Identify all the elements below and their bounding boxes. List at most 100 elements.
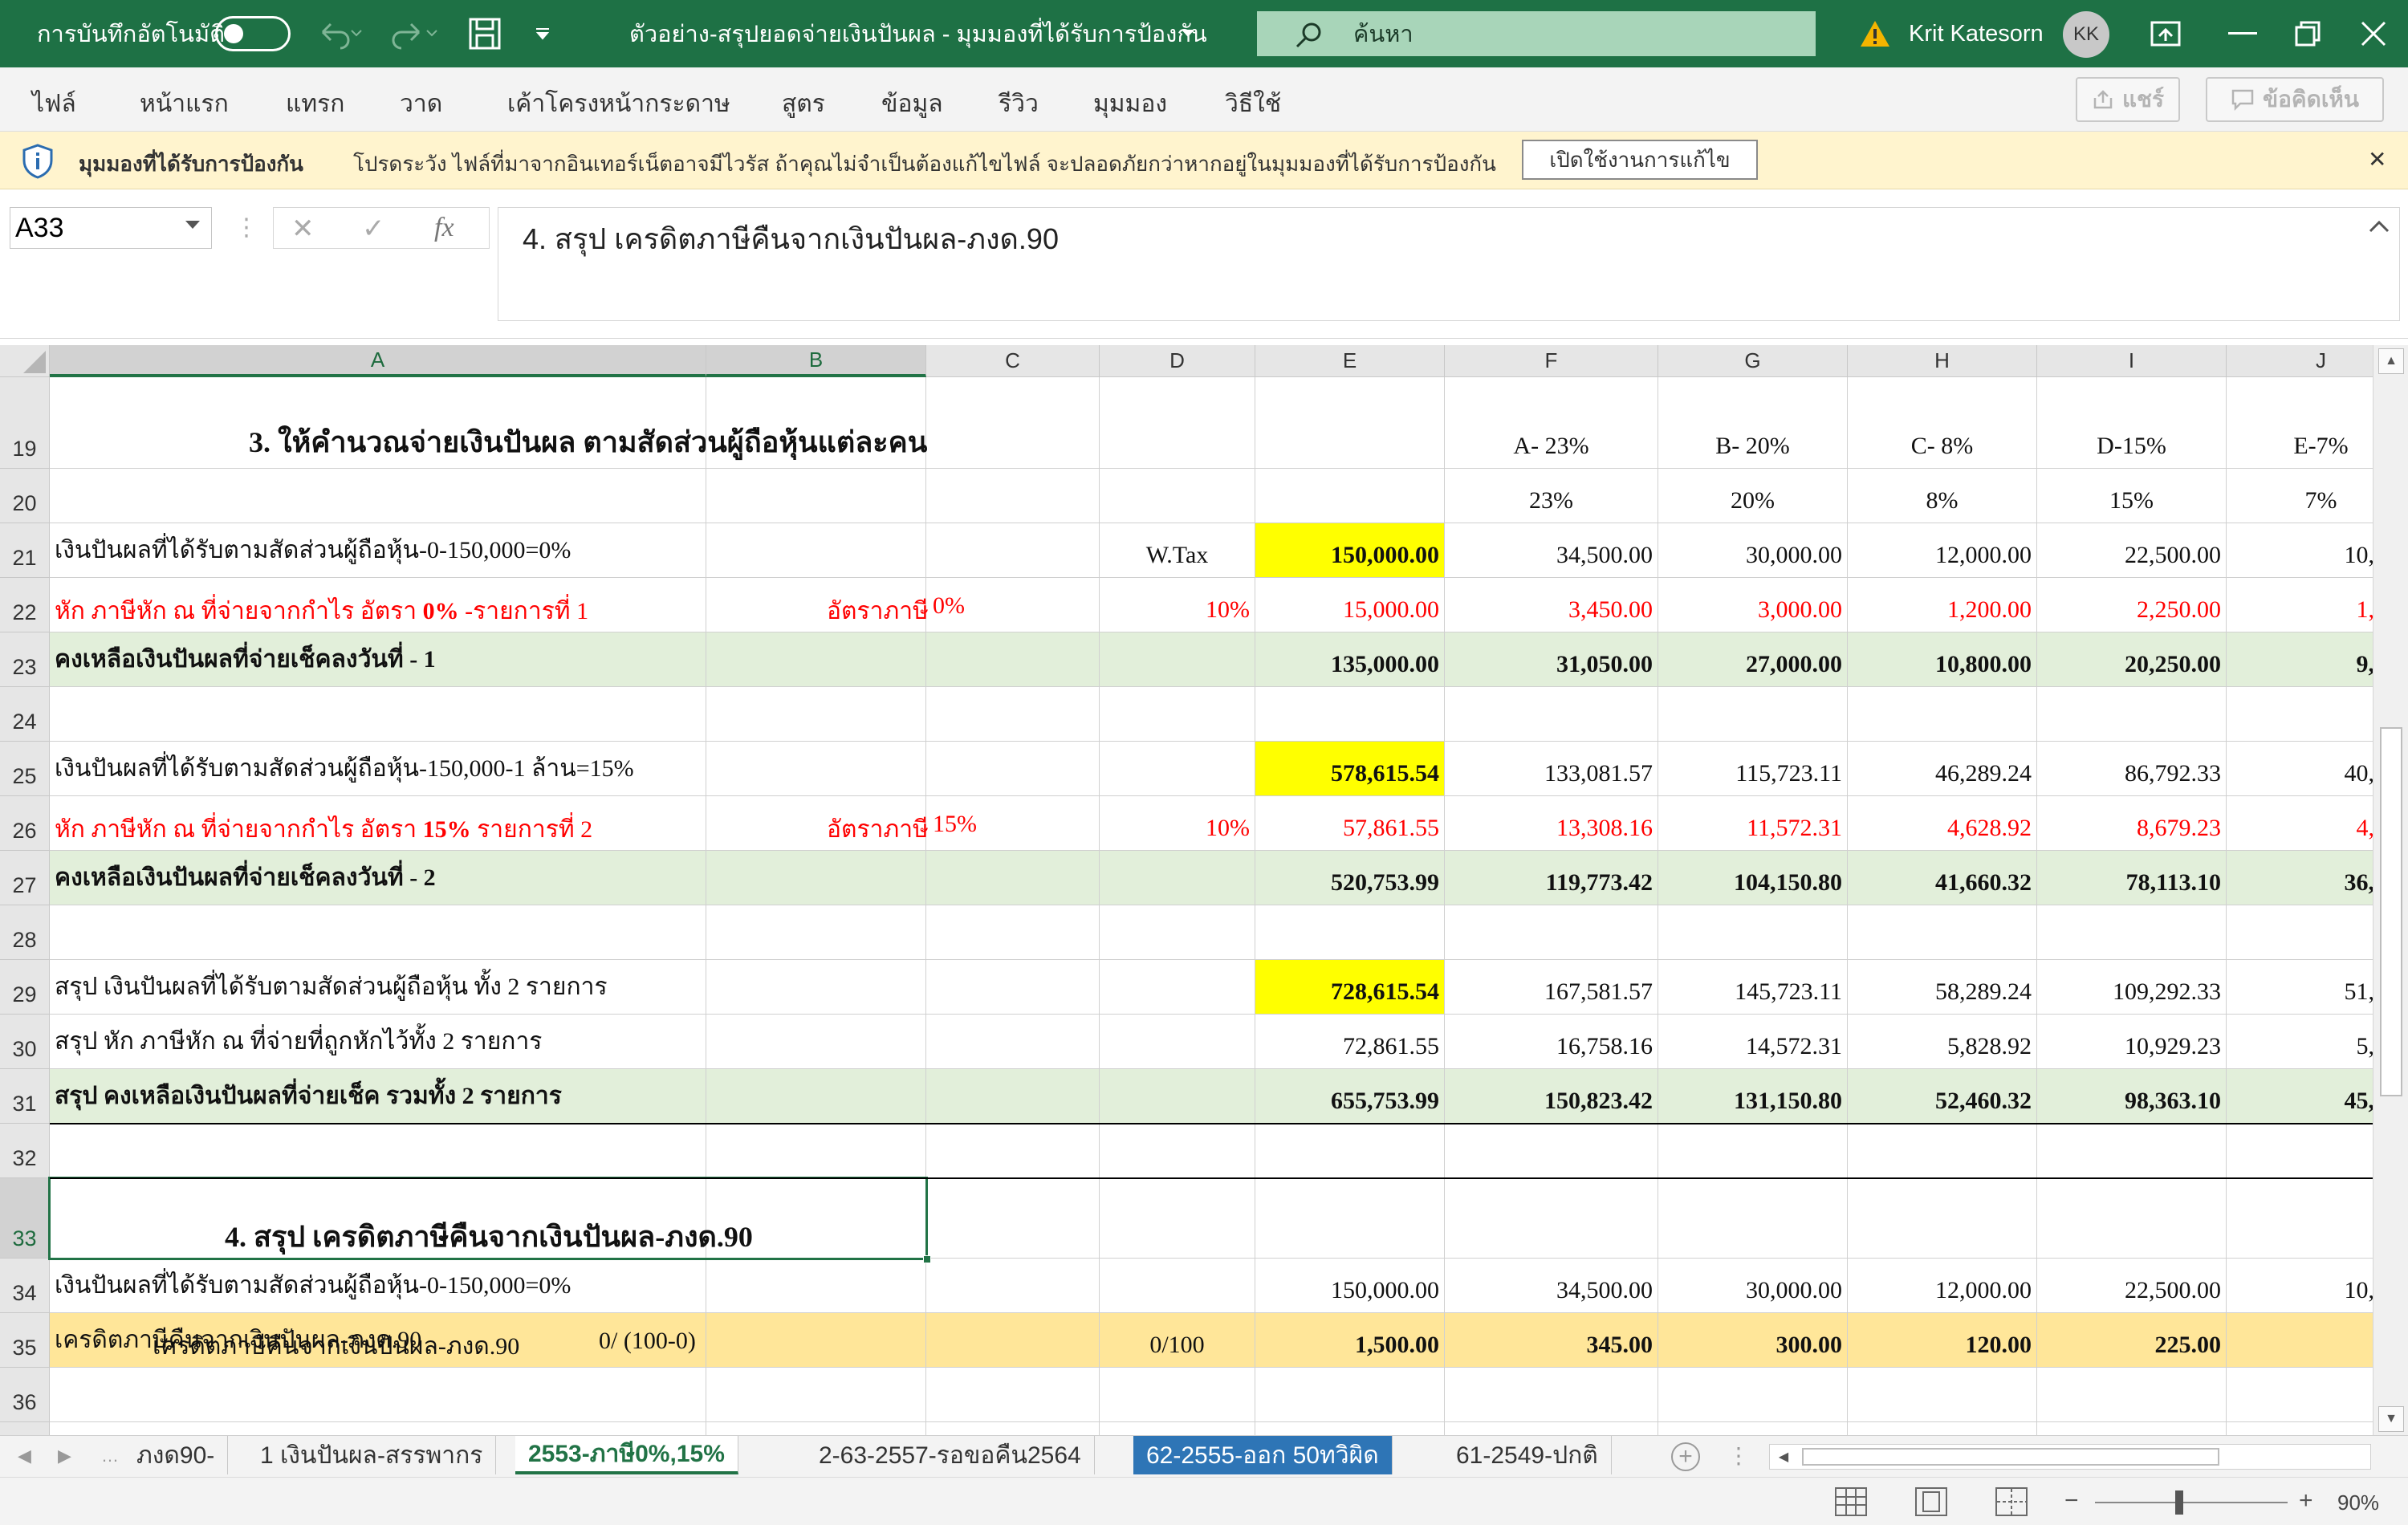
cell-j21[interactable]: 10,500 bbox=[2227, 523, 2373, 578]
row-header-31[interactable]: 31 bbox=[0, 1069, 50, 1124]
page-break-view-icon[interactable] bbox=[1995, 1487, 2028, 1516]
cell-c37[interactable] bbox=[926, 1422, 1100, 1435]
cell-h37[interactable] bbox=[1848, 1422, 2037, 1435]
cell-j27[interactable]: 36,452 bbox=[2227, 851, 2373, 905]
cell-j31[interactable]: 45,902 bbox=[2227, 1069, 2373, 1124]
formula-input[interactable]: 4. สรุป เครดิตภาษีคืนจากเงินปันผล-ภงด.90 bbox=[498, 207, 2400, 321]
zoom-slider-thumb[interactable] bbox=[2175, 1490, 2183, 1515]
warning-icon[interactable] bbox=[1859, 0, 1891, 67]
cell-f31[interactable]: 150,823.42 bbox=[1445, 1069, 1658, 1124]
cell-g22[interactable]: 3,000.00 bbox=[1658, 578, 1848, 632]
tab-page-layout[interactable]: เค้าโครงหน้ากระดาษ bbox=[507, 85, 730, 123]
cell-g25[interactable]: 115,723.11 bbox=[1658, 742, 1848, 796]
restore-icon[interactable] bbox=[2294, 0, 2321, 67]
document-title[interactable]: ตัวอย่าง-สรุปยอดจ่ายเงินปันผล - มุมมองที… bbox=[629, 0, 1207, 67]
cell-j20[interactable]: 7% bbox=[2227, 469, 2373, 523]
horizontal-scrollbar[interactable]: ◀ bbox=[1769, 1444, 2371, 1470]
cell-c19[interactable] bbox=[926, 377, 1100, 469]
ribbon-display-icon[interactable] bbox=[2150, 0, 2182, 67]
normal-view-icon[interactable] bbox=[1835, 1487, 1867, 1516]
cell-c21[interactable] bbox=[926, 523, 1100, 578]
cell-c25[interactable] bbox=[926, 742, 1100, 796]
cell-f25[interactable]: 133,081.57 bbox=[1445, 742, 1658, 796]
selected-cell[interactable] bbox=[48, 1177, 928, 1260]
undo-icon[interactable] bbox=[315, 0, 363, 67]
tab-review[interactable]: รีวิว bbox=[999, 85, 1039, 123]
cell-d21[interactable]: W.Tax bbox=[1100, 523, 1255, 578]
scroll-down-icon[interactable]: ▼ bbox=[2378, 1406, 2404, 1432]
cell-f21[interactable]: 34,500.00 bbox=[1445, 523, 1658, 578]
cell-h33[interactable] bbox=[1848, 1178, 2037, 1259]
cell-g23[interactable]: 27,000.00 bbox=[1658, 632, 1848, 687]
cell-b21[interactable] bbox=[706, 523, 926, 578]
cell-h26[interactable]: 4,628.92 bbox=[1848, 796, 2037, 851]
cell-e19[interactable] bbox=[1255, 377, 1445, 469]
cell-c29[interactable] bbox=[926, 960, 1100, 1015]
cell-h23[interactable]: 10,800.00 bbox=[1848, 632, 2037, 687]
scroll-thumb[interactable] bbox=[2380, 727, 2402, 1096]
cell-f36[interactable] bbox=[1445, 1368, 1658, 1422]
sheet-tab-0[interactable]: ภงด90- bbox=[124, 1436, 229, 1474]
row-header-29[interactable]: 29 bbox=[0, 960, 50, 1015]
zoom-in-button[interactable]: + bbox=[2299, 1487, 2313, 1515]
cell-d28[interactable] bbox=[1100, 905, 1255, 960]
collapse-formula-icon[interactable] bbox=[2368, 218, 2390, 234]
row-header-26[interactable]: 26 bbox=[0, 796, 50, 851]
row-header-33[interactable]: 33 bbox=[0, 1178, 50, 1259]
cell-g34[interactable]: 30,000.00 bbox=[1658, 1259, 1848, 1313]
cell-f32[interactable] bbox=[1445, 1124, 1658, 1178]
cell-i28[interactable] bbox=[2037, 905, 2227, 960]
cell-j36[interactable] bbox=[2227, 1368, 2373, 1422]
column-header-i[interactable]: I bbox=[2037, 345, 2227, 377]
cell-g27[interactable]: 104,150.80 bbox=[1658, 851, 1848, 905]
close-message-icon[interactable]: ✕ bbox=[2368, 146, 2386, 173]
name-box[interactable]: A33 bbox=[10, 207, 212, 249]
cell-b23[interactable] bbox=[706, 632, 926, 687]
row-header-23[interactable]: 23 bbox=[0, 632, 50, 687]
cell-h21[interactable]: 12,000.00 bbox=[1848, 523, 2037, 578]
spreadsheet-grid[interactable]: A B C D E F G H I J 19 20 21 22 23 24 25 26 27 28 29 30 31 32 33… bbox=[0, 345, 2373, 1435]
cell-c33[interactable] bbox=[926, 1178, 1100, 1259]
comments-button[interactable]: ข้อคิดเห็น bbox=[2206, 77, 2384, 122]
title-dropdown-icon[interactable] bbox=[1180, 0, 1196, 67]
tab-data[interactable]: ข้อมูล bbox=[881, 85, 943, 123]
tab-view[interactable]: มุมมอง bbox=[1093, 85, 1167, 123]
cell-e27[interactable]: 520,753.99 bbox=[1255, 851, 1445, 905]
cell-j25[interactable]: 40,503 bbox=[2227, 742, 2373, 796]
cell-b28[interactable] bbox=[706, 905, 926, 960]
cell-j32[interactable] bbox=[2227, 1124, 2373, 1178]
cell-j34[interactable]: 10,500 bbox=[2227, 1259, 2373, 1313]
cell-g20[interactable]: 20% bbox=[1658, 469, 1848, 523]
cell-b32[interactable] bbox=[706, 1124, 926, 1178]
cell-d35[interactable]: 0/100 bbox=[1100, 1313, 1255, 1368]
tab-formulas[interactable]: สูตร bbox=[782, 85, 825, 123]
cell-a30[interactable]: สรุป หัก ภาษีหัก ณ ที่จ่ายที่ถูกหักไว้ทั… bbox=[50, 1015, 706, 1069]
cell-j26[interactable]: 4,050 bbox=[2227, 796, 2373, 851]
cell-h35[interactable]: 120.00 bbox=[1848, 1313, 2037, 1368]
more-options-icon[interactable]: ⋮ bbox=[234, 214, 258, 242]
row-header-22[interactable]: 22 bbox=[0, 578, 50, 632]
row-header-28[interactable]: 28 bbox=[0, 905, 50, 960]
cell-h24[interactable] bbox=[1848, 687, 2037, 742]
cell-j28[interactable] bbox=[2227, 905, 2373, 960]
column-header-f[interactable]: F bbox=[1445, 345, 1658, 377]
cell-a28[interactable] bbox=[50, 905, 706, 960]
cell-e24[interactable] bbox=[1255, 687, 1445, 742]
cell-f19[interactable]: A- 23% bbox=[1445, 377, 1658, 469]
cell-i33[interactable] bbox=[2037, 1178, 2227, 1259]
cell-j30[interactable]: 5,100 bbox=[2227, 1015, 2373, 1069]
cell-g31[interactable]: 131,150.80 bbox=[1658, 1069, 1848, 1124]
cell-e32[interactable] bbox=[1255, 1124, 1445, 1178]
cell-g24[interactable] bbox=[1658, 687, 1848, 742]
cell-d25[interactable] bbox=[1100, 742, 1255, 796]
cell-f20[interactable]: 23% bbox=[1445, 469, 1658, 523]
page-layout-view-icon[interactable] bbox=[1915, 1487, 1947, 1516]
cell-b29[interactable] bbox=[706, 960, 926, 1015]
cell-e37[interactable] bbox=[1255, 1422, 1445, 1435]
cell-c28[interactable] bbox=[926, 905, 1100, 960]
cell-c30[interactable] bbox=[926, 1015, 1100, 1069]
cell-d23[interactable] bbox=[1100, 632, 1255, 687]
cell-e28[interactable] bbox=[1255, 905, 1445, 960]
cell-i23[interactable]: 20,250.00 bbox=[2037, 632, 2227, 687]
scroll-left-icon[interactable]: ◀ bbox=[1771, 1445, 1796, 1469]
